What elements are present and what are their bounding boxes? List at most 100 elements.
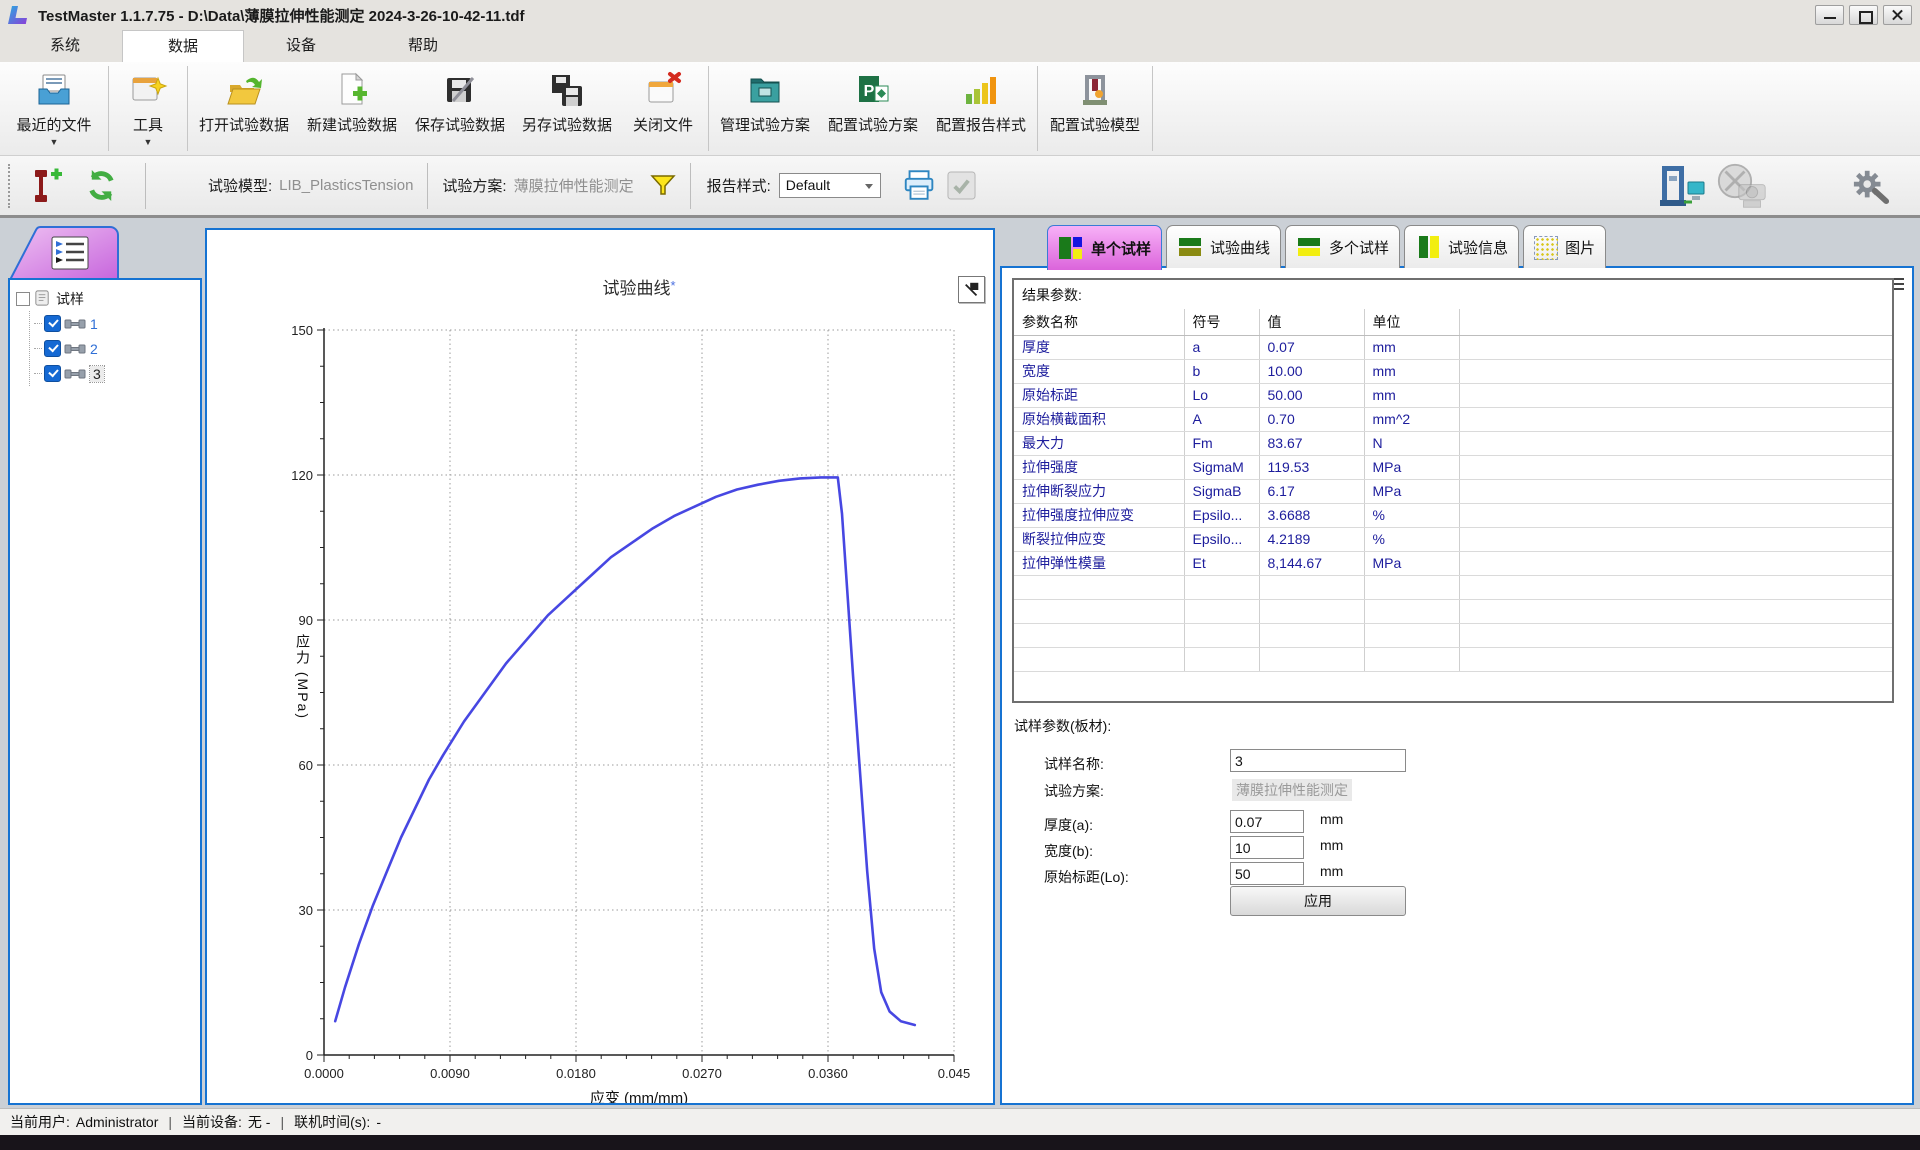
close-file-icon bbox=[642, 69, 684, 111]
current-device-label: 当前设备: bbox=[182, 1112, 242, 1132]
tools-icon bbox=[127, 69, 169, 111]
chevron-down-icon: ▼ bbox=[50, 137, 59, 147]
add-specimen-button[interactable] bbox=[30, 166, 66, 206]
save-as-icon bbox=[546, 69, 588, 111]
tab-test-curve[interactable]: 试验曲线 bbox=[1166, 225, 1281, 268]
tab-label: 试验信息 bbox=[1448, 237, 1508, 258]
report-style-select[interactable]: Default bbox=[779, 173, 881, 198]
table-row[interactable]: 断裂拉伸应变Epsilo...4.2189% bbox=[1014, 527, 1892, 551]
svg-text:0: 0 bbox=[306, 1048, 313, 1063]
tree-item-specimen-2[interactable]: 2 bbox=[34, 336, 200, 361]
chart-marker-button[interactable] bbox=[958, 276, 985, 303]
thickness-input[interactable] bbox=[1230, 810, 1304, 833]
tab-picture[interactable]: 图片 bbox=[1523, 225, 1606, 268]
toolbar-button-label: 新建试验数据 bbox=[307, 114, 397, 135]
table-row[interactable]: 原始标距Lo50.00mm bbox=[1014, 383, 1892, 407]
maximize-button[interactable] bbox=[1849, 5, 1878, 25]
recent-files-icon bbox=[33, 69, 75, 111]
test-scheme-label: 试验方案: bbox=[442, 175, 506, 196]
print-button[interactable] bbox=[901, 168, 939, 203]
refresh-button[interactable] bbox=[84, 168, 119, 203]
specimen-checkbox[interactable] bbox=[44, 315, 61, 332]
open-test-data-button[interactable]: 打开试验数据 bbox=[190, 62, 298, 155]
tree-item-specimen-1[interactable]: 1 bbox=[34, 311, 200, 336]
configure-report-style-button[interactable]: 配置报告样式 bbox=[927, 62, 1035, 155]
menu-tab-device[interactable]: 设备 bbox=[255, 30, 347, 62]
tab-multi-specimen[interactable]: 多个试样 bbox=[1285, 225, 1400, 268]
table-row[interactable]: 厚度a0.07mm bbox=[1014, 335, 1892, 359]
table-row[interactable]: 拉伸强度SigmaM119.53MPa bbox=[1014, 455, 1892, 479]
toolbar-separator bbox=[708, 66, 709, 151]
root-checkbox[interactable] bbox=[16, 292, 30, 306]
results-section-label: 结果参数: bbox=[1014, 280, 1892, 309]
svg-text:60: 60 bbox=[299, 758, 313, 773]
multi-specimen-icon bbox=[1296, 234, 1322, 260]
main-area: 试样 1 2 bbox=[0, 221, 1920, 1108]
specimen-name-input[interactable] bbox=[1230, 749, 1406, 772]
menu-tab-help[interactable]: 帮助 bbox=[375, 30, 471, 62]
table-row[interactable]: 原始横截面积A0.70mm^2 bbox=[1014, 407, 1892, 431]
menu-tab-data[interactable]: 数据 bbox=[122, 30, 244, 62]
specimen-group-icon bbox=[33, 289, 52, 308]
table-row[interactable]: 拉伸强度拉伸应变Epsilo...3.6688% bbox=[1014, 503, 1892, 527]
specimen-checkbox[interactable] bbox=[44, 340, 61, 357]
apply-button[interactable]: 应用 bbox=[1230, 886, 1406, 916]
save-test-data-button[interactable]: 保存试验数据 bbox=[406, 62, 514, 155]
specimen-tree-tab[interactable] bbox=[8, 225, 120, 280]
new-test-data-button[interactable]: 新建试验数据 bbox=[298, 62, 406, 155]
svg-text:0.0360: 0.0360 bbox=[808, 1066, 848, 1081]
tree-root-specimens[interactable]: 试样 bbox=[16, 286, 200, 311]
svg-text:150: 150 bbox=[291, 323, 313, 338]
filter-funnel-icon[interactable] bbox=[650, 174, 676, 198]
close-file-button[interactable]: 关闭文件 bbox=[620, 62, 706, 155]
tab-label: 试验曲线 bbox=[1210, 237, 1270, 258]
save-as-test-data-button[interactable]: 另存试验数据 bbox=[514, 62, 620, 155]
table-row[interactable]: 拉伸弹性模量Et8,144.67MPa bbox=[1014, 551, 1892, 575]
svg-text:0.0090: 0.0090 bbox=[430, 1066, 470, 1081]
test-model-icon bbox=[1074, 69, 1116, 111]
toolbar-separator bbox=[108, 66, 109, 151]
list-icon bbox=[52, 237, 88, 269]
toolbar-separator bbox=[187, 66, 188, 151]
tree-item-specimen-3[interactable]: 3 bbox=[34, 361, 200, 386]
toolbar-button-label: 配置试验模型 bbox=[1050, 114, 1140, 135]
result-tabs: 单个试样 试验曲线 多个试样 试验信息 图片 bbox=[1047, 225, 1606, 268]
toolbar-button-label: 另存试验数据 bbox=[522, 114, 612, 135]
specimen-checkbox[interactable] bbox=[44, 365, 61, 382]
width-input[interactable] bbox=[1230, 836, 1304, 859]
manage-scheme-button[interactable]: 管理试验方案 bbox=[711, 62, 819, 155]
apply-check-button[interactable] bbox=[947, 171, 976, 200]
printer-icon bbox=[901, 168, 939, 203]
gauge-length-input[interactable] bbox=[1230, 862, 1304, 885]
tab-label: 单个试样 bbox=[1091, 238, 1151, 259]
tools-button[interactable]: 工具 ▼ bbox=[111, 62, 185, 155]
width-label: 宽度(b): bbox=[1044, 841, 1093, 861]
svg-text:120: 120 bbox=[291, 468, 313, 483]
settings-button[interactable] bbox=[1850, 167, 1892, 205]
svg-text:0.0180: 0.0180 bbox=[556, 1066, 596, 1081]
toolbar-grip[interactable] bbox=[8, 164, 12, 208]
test-model-label: 试验模型: bbox=[208, 175, 272, 196]
flag-icon bbox=[963, 281, 981, 299]
curve-chart-panel: 0.00000.00900.01800.02700.03600.04503060… bbox=[205, 228, 995, 1105]
minimize-button[interactable] bbox=[1815, 5, 1844, 25]
configure-scheme-button[interactable]: P 配置试验方案 bbox=[819, 62, 927, 155]
toolbar-button-label: 保存试验数据 bbox=[415, 114, 505, 135]
configure-test-model-button[interactable]: 配置试验模型 bbox=[1040, 62, 1150, 155]
close-button[interactable] bbox=[1883, 5, 1912, 25]
recent-files-button[interactable]: 最近的文件 ▼ bbox=[2, 62, 106, 155]
menu-tab-system[interactable]: 系统 bbox=[18, 30, 112, 62]
toolbar-button-label: 关闭文件 bbox=[633, 114, 693, 135]
table-row-empty bbox=[1014, 575, 1892, 599]
gauge-length-label: 原始标距(Lo): bbox=[1044, 867, 1129, 887]
machine-status-button[interactable] bbox=[1658, 164, 1710, 208]
test-info-icon bbox=[1415, 234, 1441, 260]
table-row[interactable]: 拉伸断裂应力SigmaB6.17MPa bbox=[1014, 479, 1892, 503]
report-style-label: 报告样式: bbox=[707, 175, 771, 196]
col-header-symbol: 符号 bbox=[1184, 309, 1259, 335]
tab-single-specimen[interactable]: 单个试样 bbox=[1047, 225, 1162, 270]
table-row[interactable]: 宽度b10.00mm bbox=[1014, 359, 1892, 383]
table-row[interactable]: 最大力Fm83.67N bbox=[1014, 431, 1892, 455]
current-user-value: Administrator bbox=[76, 1114, 158, 1130]
tab-test-info[interactable]: 试验信息 bbox=[1404, 225, 1519, 268]
